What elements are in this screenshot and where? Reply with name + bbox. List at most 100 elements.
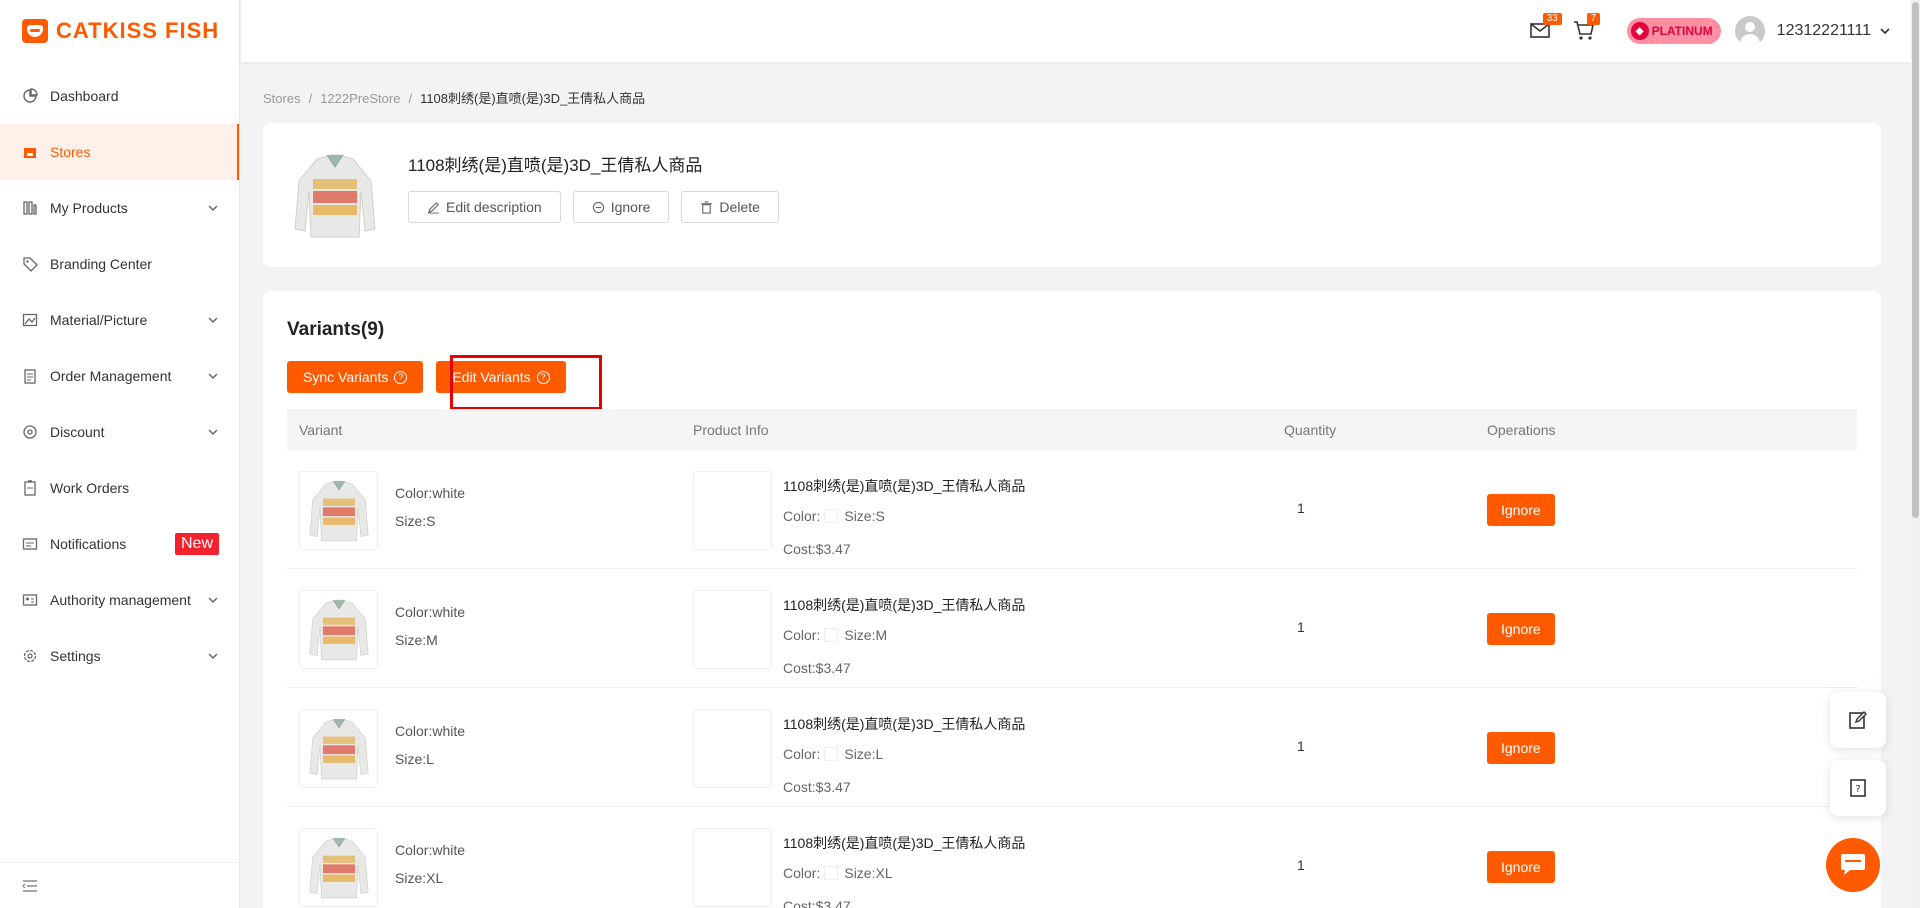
chevron-down-icon[interactable] xyxy=(1879,25,1891,37)
top-header: 33 7 ◆ PLATINUM 12312221111 xyxy=(241,0,1911,62)
product-info-attrs: Color: Size:L xyxy=(783,746,884,762)
feedback-button[interactable] xyxy=(1830,692,1886,748)
variant-size: Size:XL xyxy=(395,870,444,886)
scrollbar-thumb[interactable] xyxy=(1912,2,1919,518)
column-operations: Operations xyxy=(1487,421,1556,438)
sidebar-item-dashboard[interactable]: Dashboard xyxy=(0,68,239,124)
variant-quantity: 1 xyxy=(1297,500,1305,516)
help-icon: ? xyxy=(394,370,408,384)
mail-count-badge: 33 xyxy=(1542,13,1562,25)
sidebar-item-material-picture[interactable]: Material/Picture xyxy=(0,292,239,348)
help-doc-button[interactable]: ? xyxy=(1830,760,1886,816)
variant-size: Size:S xyxy=(395,513,436,529)
column-variant: Variant xyxy=(299,421,343,438)
mail-button[interactable]: 33 xyxy=(1529,13,1562,43)
color-swatch xyxy=(824,628,839,642)
chevron-down-icon[interactable] xyxy=(207,426,219,438)
column-quantity: Quantity xyxy=(1284,421,1337,438)
product-info-image xyxy=(693,709,772,788)
table-row: Color:white Size:L 1108刺绣(是)直喷(是)3D_王倩私人商品… xyxy=(287,688,1857,807)
username[interactable]: 12312221111 xyxy=(1777,22,1871,40)
sidebar-item-label: Stores xyxy=(50,144,91,160)
product-info-image xyxy=(693,828,772,907)
sidebar-item-label: Authority management xyxy=(50,592,191,608)
variants-title: Variants(9) xyxy=(287,319,385,340)
ignore-variant-button[interactable]: Ignore xyxy=(1487,732,1555,764)
sidebar-item-label: Order Management xyxy=(50,368,172,384)
variant-quantity: 1 xyxy=(1297,857,1305,873)
dashboard-icon xyxy=(22,88,38,104)
chevron-down-icon[interactable] xyxy=(207,650,219,662)
sidebar-item-label: Material/Picture xyxy=(50,312,148,328)
sidebar-item-branding-center[interactable]: Branding Center xyxy=(0,236,239,292)
sidebar-item-label: Branding Center xyxy=(50,256,152,272)
picture-icon xyxy=(22,312,38,328)
avatar[interactable] xyxy=(1734,16,1765,46)
variant-color: Color:white xyxy=(395,723,466,739)
product-image xyxy=(287,151,383,241)
sidebar-item-authority-management[interactable]: Authority management xyxy=(0,572,239,628)
chat-button[interactable] xyxy=(1826,838,1880,892)
table-row: Color:white Size:M 1108刺绣(是)直喷(是)3D_王倩私人商品… xyxy=(287,569,1857,688)
variant-quantity: 1 xyxy=(1297,738,1305,754)
svg-text:?: ? xyxy=(1855,784,1860,795)
cart-button[interactable]: 7 xyxy=(1573,13,1601,43)
edit-note-icon xyxy=(1849,711,1867,729)
products-icon xyxy=(22,200,38,216)
logo[interactable]: CATKISS FISH xyxy=(0,0,239,62)
membership-label: PLATINUM xyxy=(1651,24,1713,38)
table-row: Color:white Size:S 1108刺绣(是)直喷(是)3D_王倩私人商品… xyxy=(287,450,1857,569)
product-info-name: 1108刺绣(是)直喷(是)3D_王倩私人商品 xyxy=(783,835,1026,851)
sidebar-item-label: Dashboard xyxy=(50,88,119,104)
sidebar-item-notifications[interactable]: Notifications New xyxy=(0,516,239,572)
sidebar-item-settings[interactable]: Settings xyxy=(0,628,239,684)
ignore-variant-button[interactable]: Ignore xyxy=(1487,613,1555,645)
sync-variants-button[interactable]: Sync Variants ? xyxy=(287,361,424,393)
trash-icon xyxy=(701,200,713,214)
work-order-icon xyxy=(22,480,38,496)
ignore-variant-button[interactable]: Ignore xyxy=(1487,494,1555,526)
sidebar-item-order-management[interactable]: Order Management xyxy=(0,348,239,404)
product-info-cost: Cost:$3.47 xyxy=(783,779,851,795)
sidebar-item-work-orders[interactable]: Work Orders xyxy=(0,460,239,516)
brand-name: CATKISS FISH xyxy=(56,18,220,43)
membership-badge[interactable]: ◆ PLATINUM xyxy=(1626,18,1721,44)
variant-image xyxy=(299,828,378,907)
chat-icon xyxy=(1841,854,1865,875)
variant-image xyxy=(299,709,378,788)
column-product-info: Product Info xyxy=(693,421,769,438)
chevron-down-icon[interactable] xyxy=(207,314,219,326)
color-swatch xyxy=(824,747,839,761)
variant-quantity: 1 xyxy=(1297,619,1305,635)
product-card: 1108刺绣(是)直喷(是)3D_王倩私人商品 Edit description… xyxy=(263,123,1881,267)
settings-icon xyxy=(22,648,38,664)
sidebar-item-label: My Products xyxy=(50,200,128,216)
chevron-down-icon[interactable] xyxy=(207,370,219,382)
ignore-variant-button[interactable]: Ignore xyxy=(1487,851,1555,883)
chevron-down-icon[interactable] xyxy=(207,202,219,214)
cart-count-badge: 7 xyxy=(1586,13,1601,25)
breadcrumb-stores[interactable]: Stores xyxy=(263,91,301,106)
variant-color: Color:white xyxy=(395,604,466,620)
color-swatch xyxy=(824,509,839,523)
chevron-down-icon[interactable] xyxy=(207,594,219,606)
sidebar-item-label: Notifications xyxy=(50,536,127,552)
sidebar-item-discount[interactable]: Discount xyxy=(0,404,239,460)
sidebar-item-my-products[interactable]: My Products xyxy=(0,180,239,236)
variants-card: Variants(9) Sync Variants ? Edit Variant… xyxy=(263,291,1881,908)
sidebar-item-stores[interactable]: Stores xyxy=(0,124,239,180)
store-icon xyxy=(22,144,38,160)
delete-product-button[interactable]: Delete xyxy=(681,191,779,223)
ignore-product-button[interactable]: Ignore xyxy=(572,191,670,223)
variant-color: Color:white xyxy=(395,842,466,858)
product-title: 1108刺绣(是)直喷(是)3D_王倩私人商品 xyxy=(408,156,703,175)
highlight-box xyxy=(450,355,602,410)
gem-icon: ◆ xyxy=(1630,22,1649,40)
collapse-menu-icon[interactable] xyxy=(22,879,38,893)
breadcrumb-store[interactable]: 1222PreStore xyxy=(320,91,400,106)
edit-description-button[interactable]: Edit description xyxy=(408,191,561,223)
product-info-cost: Cost:$3.47 xyxy=(783,660,851,676)
product-info-attrs: Color: Size:M xyxy=(783,627,888,643)
sidebar-nav: Dashboard Stores My Products Branding Cente… xyxy=(0,68,239,684)
sidebar-item-label: Work Orders xyxy=(50,480,130,496)
